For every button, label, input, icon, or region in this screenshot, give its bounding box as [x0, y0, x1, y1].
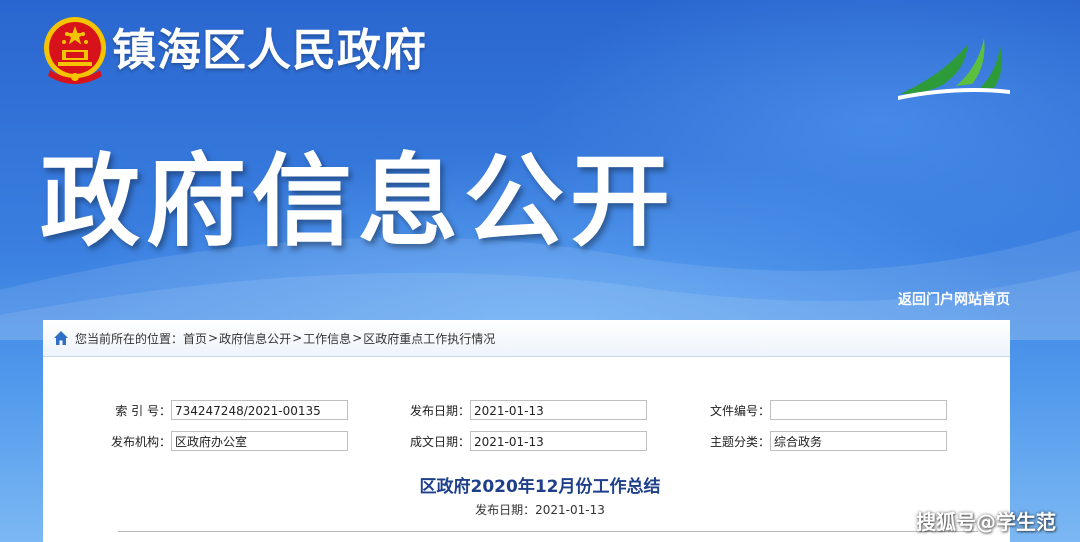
created-date-label: 成文日期：: [409, 435, 470, 449]
meta-row-1: 索 引 号： 734247248/2021-00135 发布日期： 2021-0…: [43, 400, 1010, 422]
breadcrumb-separator: >: [352, 331, 363, 345]
topic-label: 主题分类：: [709, 435, 770, 449]
publisher-value: 区政府办公室: [171, 431, 348, 451]
breadcrumb-work-info[interactable]: 工作信息: [303, 330, 351, 347]
publish-date-value: 2021-01-13: [470, 400, 647, 420]
doc-number-label: 文件编号：: [709, 404, 770, 418]
index-label: 索 引 号：: [115, 404, 171, 418]
content-panel: 您当前所在的位置： 首页 > 政府信息公开 > 工作信息 > 区政府重点工作执行…: [43, 320, 1010, 542]
breadcrumb-prefix: 您当前所在的位置：: [75, 331, 184, 346]
site-name[interactable]: 镇海区人民政府: [112, 14, 427, 78]
topic-value: 综合政务: [770, 431, 947, 451]
breadcrumb-info-disclosure[interactable]: 政府信息公开: [219, 330, 291, 347]
district-logo-icon: [898, 38, 1010, 100]
breadcrumb: 您当前所在的位置： 首页 > 政府信息公开 > 工作信息 > 区政府重点工作执行…: [43, 320, 1010, 357]
national-emblem-icon[interactable]: [40, 14, 110, 88]
publisher-label: 发布机构：: [110, 435, 171, 449]
breadcrumb-separator: >: [208, 331, 219, 345]
divider: [118, 531, 978, 532]
meta-row-2: 发布机构： 区政府办公室 成文日期： 2021-01-13 主题分类： 综合政务: [43, 431, 1010, 453]
section-title: 政府信息公开: [40, 143, 676, 260]
source-watermark: 搜狐号@学生范: [916, 510, 1056, 534]
back-to-portal-link[interactable]: 返回门户网站首页: [898, 289, 1010, 309]
breadcrumb-key-work[interactable]: 区政府重点工作执行情况: [363, 330, 495, 347]
home-icon: [54, 331, 68, 345]
breadcrumb-home[interactable]: 首页: [183, 330, 207, 347]
index-value: 734247248/2021-00135: [171, 400, 348, 420]
created-date-value: 2021-01-13: [470, 431, 647, 451]
document-title: 区政府2020年12月份工作总结: [419, 477, 661, 497]
publish-date-label: 发布日期：: [409, 404, 470, 418]
doc-number-value: [770, 400, 947, 420]
breadcrumb-separator: >: [292, 331, 303, 345]
